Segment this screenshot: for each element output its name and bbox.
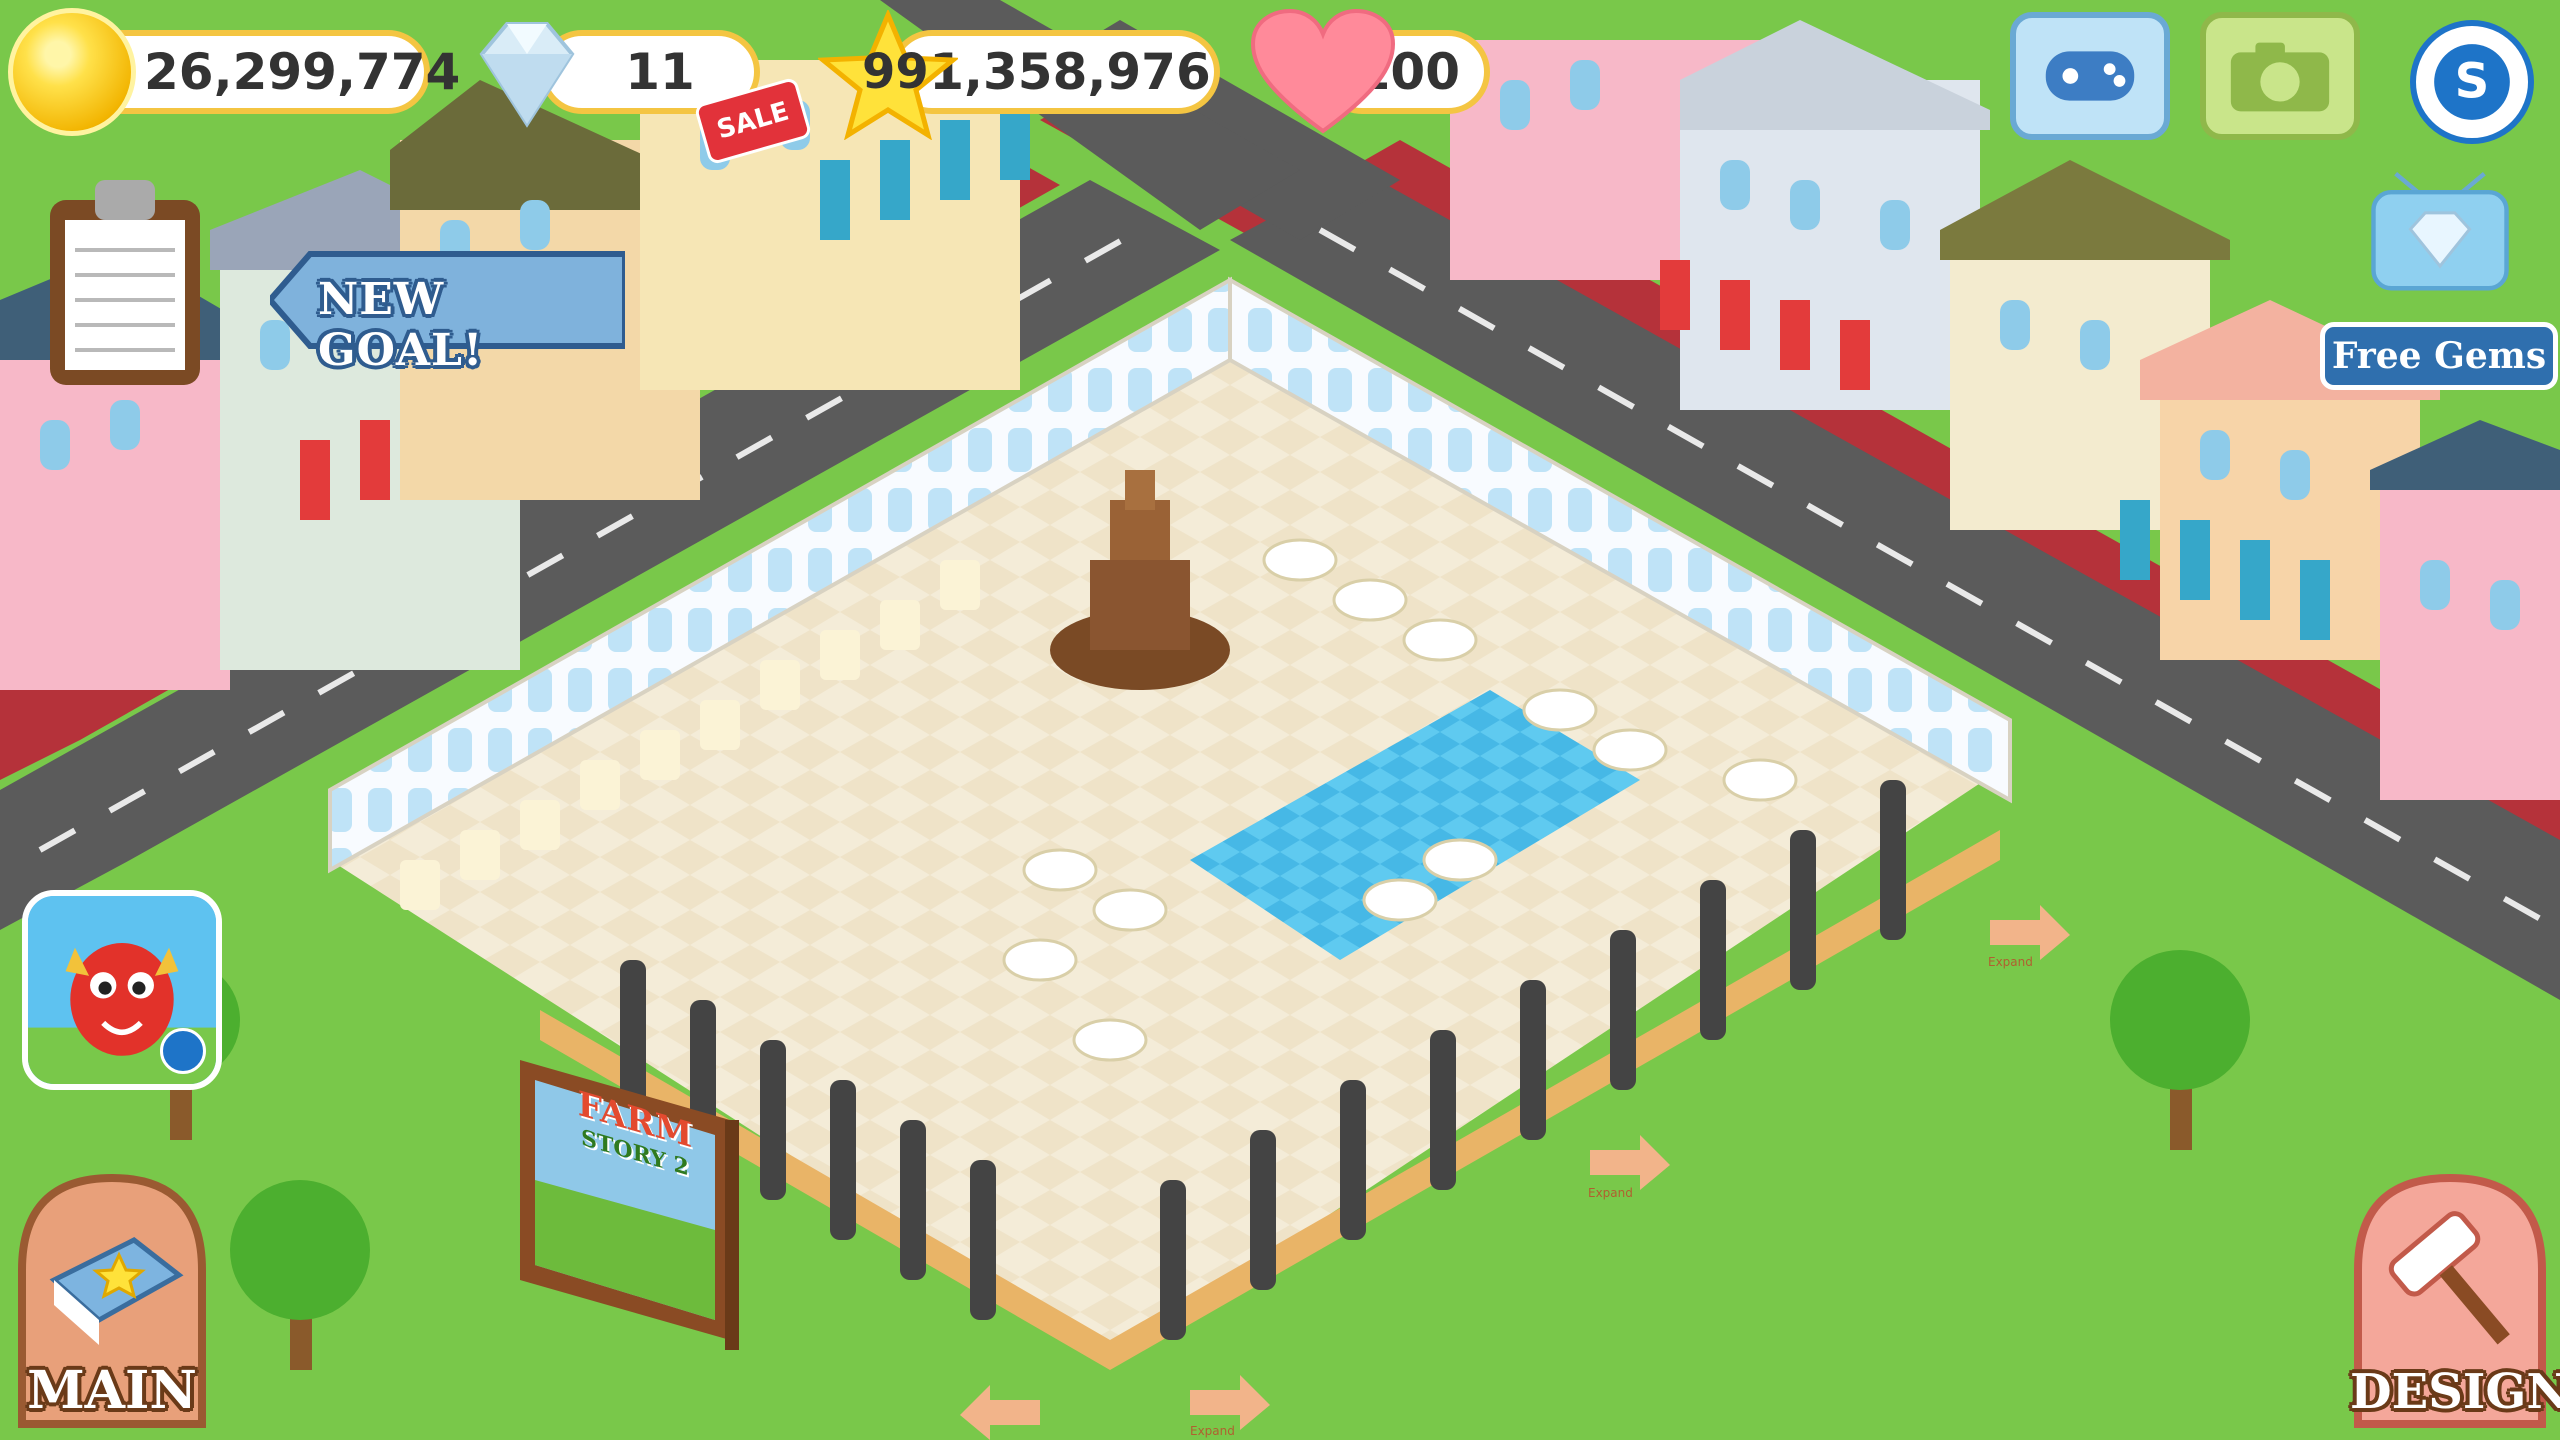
- gems-value: 11: [625, 43, 695, 101]
- diamond-icon: [479, 22, 575, 128]
- experience-value: 1,358,976: [929, 43, 1211, 101]
- new-goal-banner[interactable]: NEW GOAL!: [270, 250, 625, 376]
- expand-label-front[interactable]: Expand: [1588, 1186, 1633, 1200]
- restaurant-scene: [0, 0, 2560, 1440]
- clipboard-icon: [50, 180, 200, 385]
- expand-label-right[interactable]: Expand: [1988, 955, 2033, 969]
- free-gems-label: Free Gems: [2331, 335, 2547, 377]
- dragon-promo-button[interactable]: [22, 890, 222, 1090]
- main-menu-label: MAIN: [27, 1360, 197, 1421]
- new-goal-label: NEW GOAL!: [318, 274, 484, 376]
- dragon-s-badge: [160, 1028, 206, 1074]
- svg-text:S: S: [2455, 53, 2490, 109]
- coin-icon: [8, 8, 136, 136]
- camera-button[interactable]: [2200, 12, 2360, 140]
- gamepad-icon: [2045, 51, 2135, 101]
- coins-value: 26,299,774: [144, 43, 461, 101]
- s-currency-button[interactable]: S: [2410, 20, 2534, 144]
- camera-icon: [2230, 42, 2330, 112]
- goals-clipboard-button[interactable]: [40, 170, 210, 390]
- gamepad-button[interactable]: [2010, 12, 2170, 140]
- level-value: 99: [862, 44, 929, 100]
- design-label: DESIGN: [2350, 1364, 2560, 1420]
- sale-badge-text: SALE: [713, 96, 793, 146]
- free-gems-label-box: Free Gems: [2320, 322, 2558, 390]
- expand-label-bottom[interactable]: Expand: [1190, 1424, 1235, 1438]
- s-currency-icon: S: [2434, 44, 2510, 120]
- design-button[interactable]: DESIGN: [2350, 1170, 2560, 1432]
- heart-icon: [1250, 8, 1396, 134]
- main-menu-button[interactable]: MAIN: [14, 1170, 210, 1432]
- tv-gem-icon: [2371, 171, 2509, 291]
- free-gems-button[interactable]: Free Gems: [2320, 170, 2560, 400]
